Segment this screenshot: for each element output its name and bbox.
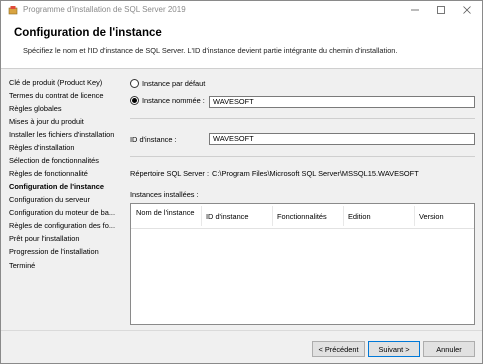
sidebar-item-feature-selection[interactable]: Sélection de fonctionnalités [9, 156, 117, 165]
sidebar-item-global-rules[interactable]: Règles globales [9, 104, 117, 113]
window-title: Programme d'installation de SQL Server 2… [23, 5, 186, 14]
column-divider[interactable] [343, 206, 344, 226]
column-divider[interactable] [272, 206, 273, 226]
sidebar-item-ready-to-install[interactable]: Prêt pour l'installation [9, 234, 117, 243]
column-header-instance-id[interactable]: ID d'instance [206, 212, 249, 221]
named-instance-option[interactable]: Instance nommée : [130, 96, 205, 105]
sql-directory-label: Répertoire SQL Server : [130, 169, 210, 178]
back-button[interactable]: < Précédent [312, 341, 365, 357]
page-header: Configuration de l'instance Spécifiez le… [1, 19, 482, 69]
close-icon[interactable] [454, 1, 480, 19]
column-divider[interactable] [414, 206, 415, 226]
sidebar-item-license-terms[interactable]: Termes du contrat de licence [9, 91, 117, 100]
minimize-icon[interactable] [402, 1, 428, 19]
sidebar-item-install-rules[interactable]: Règles d'installation [9, 143, 117, 152]
sidebar-item-instance-configuration[interactable]: Configuration de l'instance [9, 182, 117, 191]
sidebar-item-feature-configuration-rules[interactable]: Règles de configuration des fo... [9, 221, 117, 230]
next-button[interactable]: Suivant > [368, 341, 420, 357]
named-instance-label: Instance nommée : [142, 96, 205, 105]
sidebar-item-complete[interactable]: Terminé [9, 261, 117, 270]
page-title: Configuration de l'instance [14, 27, 162, 39]
footer-divider [1, 330, 482, 331]
default-instance-radio[interactable] [130, 79, 139, 88]
sidebar-item-database-engine-configuration[interactable]: Configuration du moteur de ba... [9, 208, 117, 217]
named-instance-field[interactable]: WAVESOFT [209, 96, 475, 108]
column-header-edition[interactable]: Edition [348, 212, 371, 221]
installed-instances-table[interactable]: Nom de l'instance ID d'instance Fonction… [130, 203, 475, 325]
maximize-icon[interactable] [428, 1, 454, 19]
table-header-divider [131, 228, 474, 229]
sidebar-item-installation-progress[interactable]: Progression de l'installation [9, 247, 117, 256]
instance-id-field[interactable]: WAVESOFT [209, 133, 475, 145]
sidebar-item-server-configuration[interactable]: Configuration du serveur [9, 195, 117, 204]
column-header-instance-name[interactable]: Nom de l'instance [136, 208, 196, 217]
page-description: Spécifiez le nom et l'ID d'instance de S… [23, 46, 398, 55]
section-divider [130, 118, 475, 119]
sql-directory-value: C:\Program Files\Microsoft SQL Server\MS… [212, 169, 419, 178]
sql-setup-icon [8, 6, 18, 15]
column-header-version[interactable]: Version [419, 212, 444, 221]
setup-window: Programme d'installation de SQL Server 2… [0, 0, 483, 364]
sidebar-item-feature-rules[interactable]: Règles de fonctionnalité [9, 169, 117, 178]
installed-instances-label: Instances installées : [130, 190, 199, 199]
sidebar-item-product-key[interactable]: Clé de produit (Product Key) [9, 78, 117, 87]
column-divider[interactable] [201, 206, 202, 226]
instance-id-label: ID d'instance : [130, 135, 177, 144]
sidebar-item-install-setup-files[interactable]: Installer les fichiers d'installation [9, 130, 117, 139]
column-header-features[interactable]: Fonctionnalités [277, 212, 327, 221]
named-instance-radio[interactable] [130, 96, 139, 105]
title-bar: Programme d'installation de SQL Server 2… [1, 1, 482, 19]
sidebar-item-product-updates[interactable]: Mises à jour du produit [9, 117, 117, 126]
default-instance-option[interactable]: Instance par défaut [130, 79, 205, 88]
section-divider [130, 156, 475, 157]
cancel-button[interactable]: Annuler [423, 341, 475, 357]
default-instance-label: Instance par défaut [142, 79, 206, 88]
